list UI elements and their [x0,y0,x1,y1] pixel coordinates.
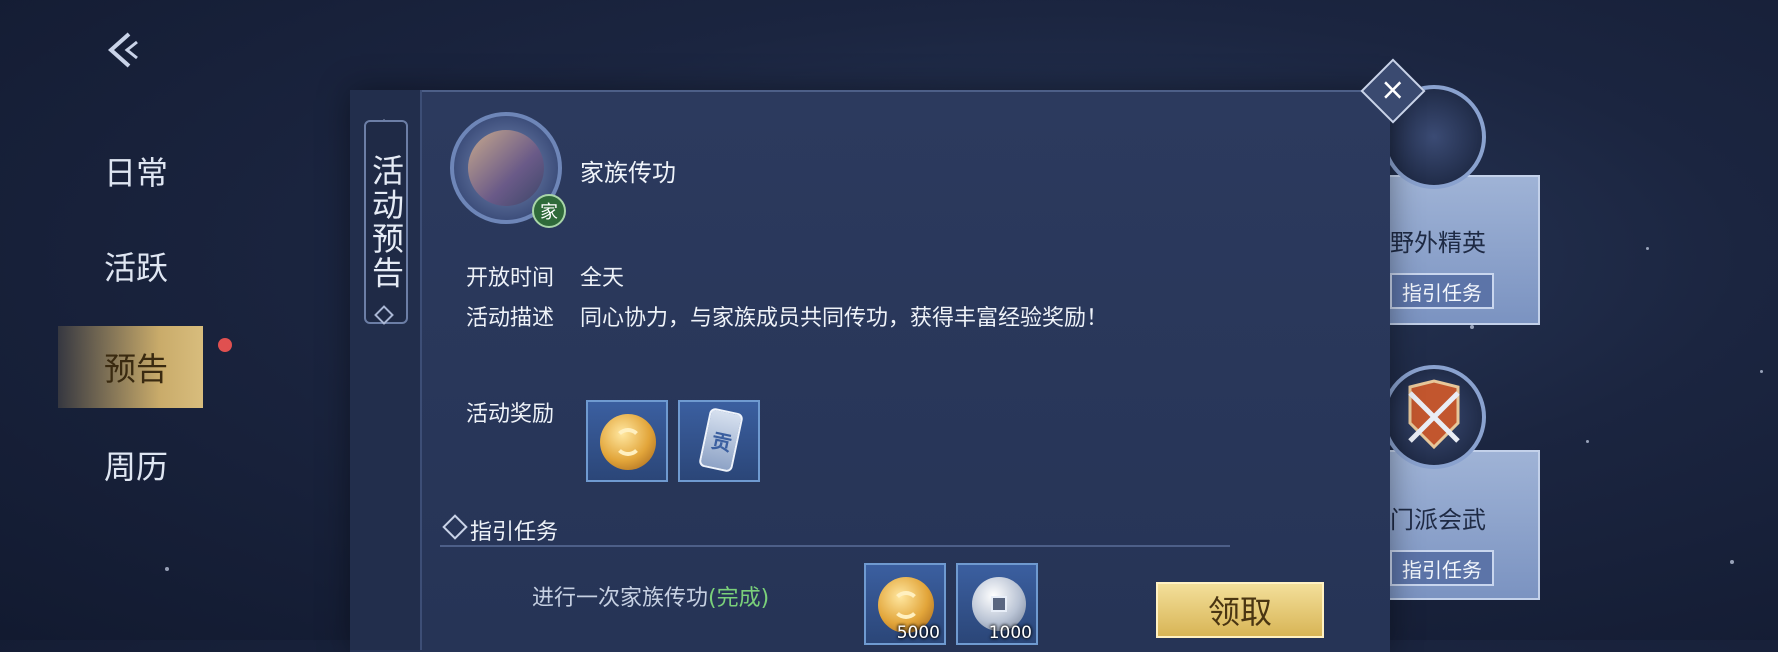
guide-section-title: 指引任务 [470,520,559,545]
nav-item-label: 预告 [104,350,169,388]
star [1470,325,1474,329]
nav-item-active[interactable]: 活跃 [58,225,203,307]
task-status: (完成) [708,586,770,611]
open-time-label: 开放时间 [466,266,555,291]
reward-quantity: 1000 [988,623,1032,643]
star [165,567,169,571]
activity-card-sect-tournament[interactable]: 门派会武 指引任务 [1370,450,1540,600]
nav-item-label: 周历 [104,448,169,486]
family-badge: 家 [532,194,566,228]
reward-quantity: 5000 [896,623,940,643]
star [1730,560,1734,564]
task-reward-exp-coin[interactable]: 5000 [864,563,946,645]
contribution-tag-icon: 贡 [698,407,744,473]
close-icon: × [1380,72,1406,108]
star [1586,440,1589,443]
nav-item-daily[interactable]: 日常 [58,130,203,212]
card-name: 野外精英 [1390,229,1486,257]
tab-activity-preview[interactable]: 活动预告 [364,120,408,324]
tag-char: 贡 [709,428,734,456]
crossed-swords-icon [1408,379,1460,450]
crossed-swords-emblem-icon [1382,365,1486,469]
description-label: 活动描述 [466,306,555,331]
description-value: 同心协力，与家族成员共同传功，获得丰富经验奖励！ [580,306,1109,331]
tab-label: 活动预告 [367,154,405,290]
star [1760,370,1763,373]
exp-coin-icon [600,414,656,470]
back-button[interactable] [100,28,150,72]
reward-item-contribution-tag[interactable]: 贡 [678,400,760,482]
activity-card-wild-elite[interactable]: 野外精英 指引任务 [1370,175,1540,325]
activity-portrait-icon [468,130,544,206]
nav-item-label: 日常 [104,154,169,192]
card-name: 门派会武 [1390,506,1486,534]
reward-item-exp-coin[interactable] [586,400,668,482]
activity-avatar: 家 [450,112,566,228]
task-reward-silver[interactable]: 1000 [956,563,1038,645]
card-guide-button[interactable]: 指引任务 [1390,273,1494,309]
nav-item-label: 活跃 [104,249,169,287]
back-arrow-icon [107,32,138,68]
star [1646,247,1649,250]
notification-dot [218,338,232,352]
guide-section-divider [440,505,1230,547]
open-time-value: 全天 [580,266,625,291]
activity-title: 家族传功 [580,159,676,187]
nav-item-preview[interactable]: 预告 [58,326,232,408]
task-description: 进行一次家族传功 [532,586,709,611]
card-guide-button[interactable]: 指引任务 [1390,550,1494,586]
nav-item-calendar[interactable]: 周历 [58,424,203,506]
reward-label: 活动奖励 [466,402,555,427]
claim-button[interactable]: 领取 [1156,582,1324,638]
guide-task-text: 进行一次家族传功(完成) [532,580,769,612]
